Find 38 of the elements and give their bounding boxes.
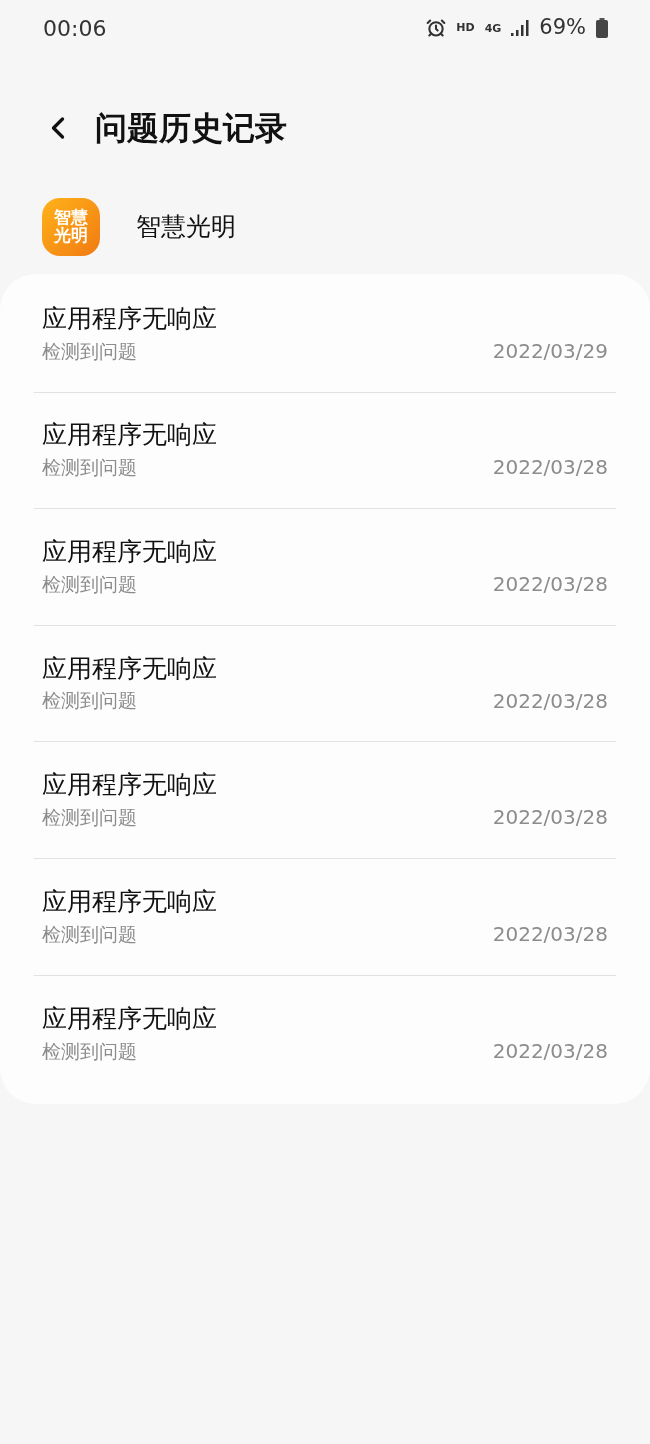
record-title: 应用程序无响应	[42, 885, 218, 918]
network-type: 4G	[484, 22, 502, 34]
record-title: 应用程序无响应	[42, 652, 218, 685]
signal-icon	[511, 20, 530, 36]
network-label: HD	[456, 19, 475, 36]
page-title: 问题历史记录	[95, 108, 287, 149]
record-title: 应用程序无响应	[42, 419, 218, 452]
battery-icon	[596, 18, 608, 38]
record-subtitle: 检测到问题	[42, 338, 137, 364]
record-subtitle: 检测到问题	[42, 571, 137, 597]
app-name: 智慧光明	[136, 211, 236, 244]
record-date: 2022/03/28	[492, 687, 608, 715]
record-date: 2022/03/28	[492, 804, 608, 832]
battery-percent: 69%	[539, 14, 586, 42]
record-item[interactable]: 应用程序无响应 检测到问题 2022/03/28	[34, 509, 616, 626]
record-date: 2022/03/28	[492, 920, 608, 948]
record-date: 2022/03/28	[492, 571, 608, 598]
record-subtitle: 检测到问题	[42, 455, 137, 481]
alarm-icon	[426, 18, 447, 38]
record-title: 应用程序无响应	[42, 769, 218, 802]
status-time: 00:06	[43, 14, 107, 43]
record-item[interactable]: 应用程序无响应 检测到问题 2022/03/28	[34, 392, 616, 510]
record-item[interactable]: 应用程序无响应 检测到问题 2022/03/28	[34, 975, 616, 1093]
record-subtitle: 检测到问题	[42, 804, 137, 830]
record-item[interactable]: 应用程序无响应 检测到问题 2022/03/29	[34, 276, 616, 393]
app-icon: 智慧 光明	[42, 198, 100, 256]
record-date: 2022/03/28	[492, 1037, 608, 1065]
record-subtitle: 检测到问题	[42, 688, 137, 714]
record-date: 2022/03/28	[492, 454, 608, 482]
record-title: 应用程序无响应	[42, 536, 218, 568]
record-date: 2022/03/29	[492, 337, 608, 365]
record-subtitle: 检测到问题	[42, 921, 137, 947]
record-subtitle: 检测到问题	[42, 1038, 137, 1064]
record-item[interactable]: 应用程序无响应 检测到问题 2022/03/28	[34, 858, 616, 976]
record-title: 应用程序无响应	[42, 1002, 218, 1035]
record-item[interactable]: 应用程序无响应 检测到问题 2022/03/28	[34, 742, 616, 859]
record-title: 应用程序无响应	[42, 302, 218, 335]
record-item[interactable]: 应用程序无响应 检测到问题 2022/03/28	[34, 625, 616, 743]
